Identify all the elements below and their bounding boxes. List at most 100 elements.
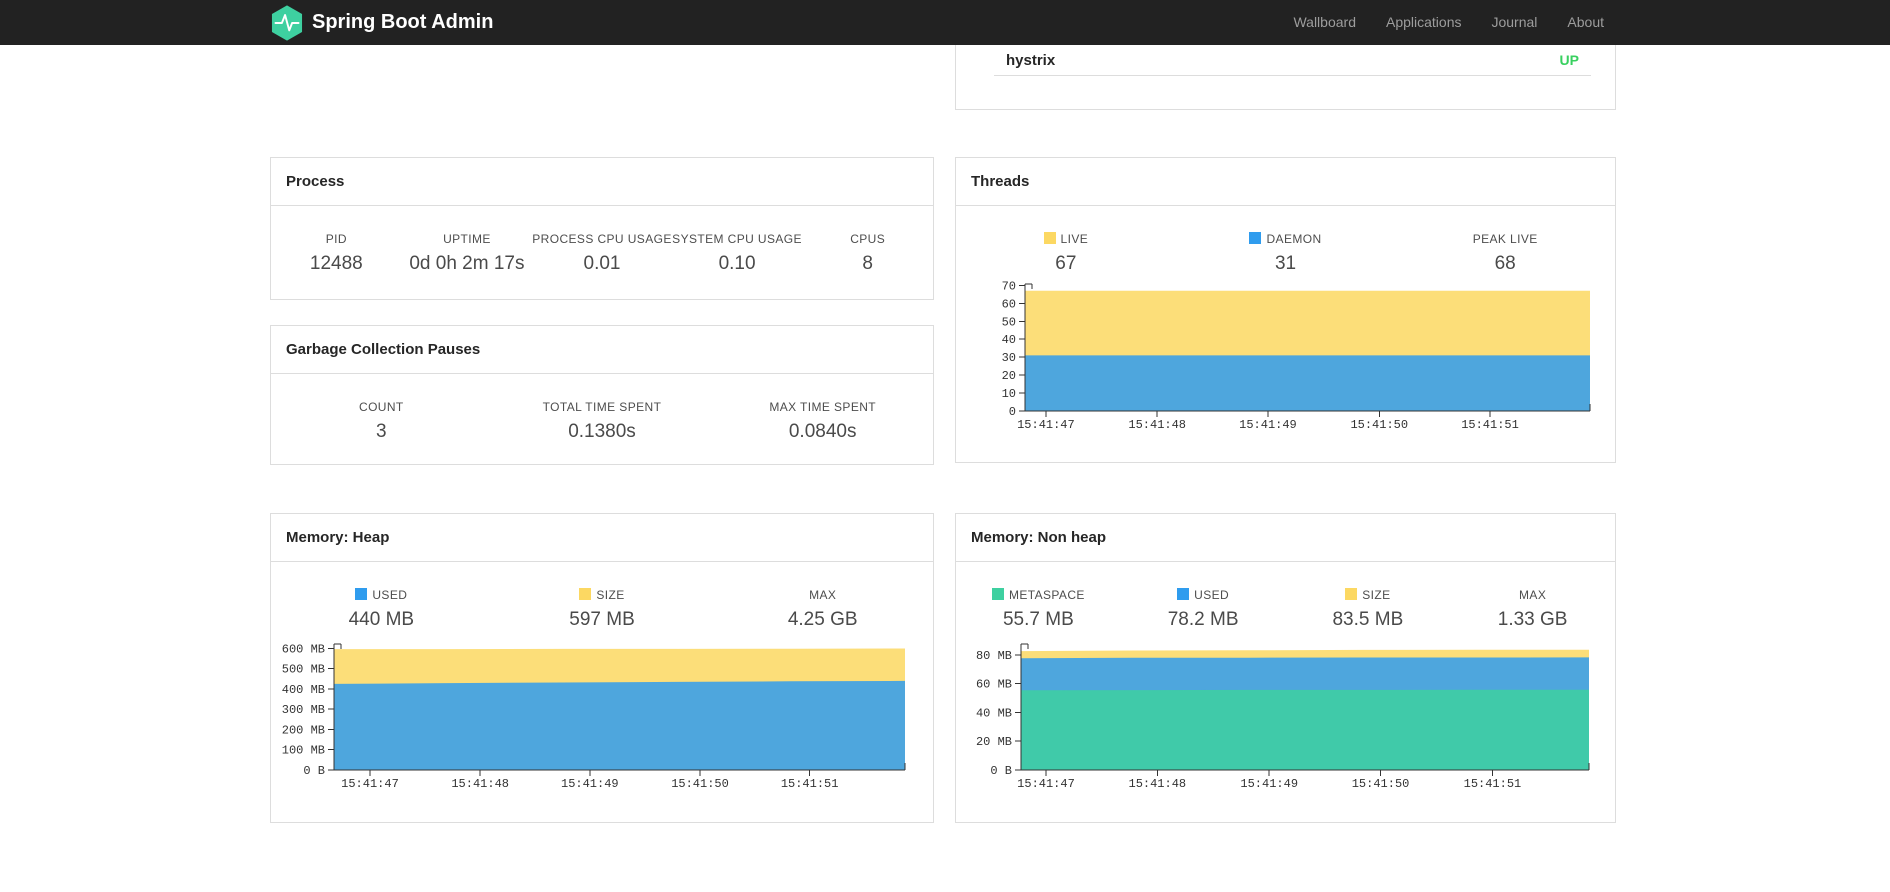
nav-item-journal[interactable]: Journal (1476, 0, 1552, 45)
card-title: Process (271, 158, 933, 206)
stat-label: USED (271, 588, 492, 602)
stat-label: SYSTEM CPU USAGE (672, 232, 802, 246)
stat-label: USED (1121, 588, 1286, 602)
stat-value: 3 (376, 421, 387, 442)
stat-heap-size: SIZE 597 MB (492, 588, 713, 631)
svg-text:15:41:50: 15:41:50 (1352, 777, 1410, 791)
stat-value: 55.7 MB (1002, 609, 1074, 630)
svg-text:15:41:47: 15:41:47 (1017, 777, 1075, 791)
svg-text:15:41:48: 15:41:48 (451, 777, 509, 791)
card-title: Garbage Collection Pauses (271, 326, 933, 374)
legend-swatch-size (1345, 588, 1358, 600)
svg-text:15:41:51: 15:41:51 (1461, 418, 1519, 432)
nav-item-applications[interactable]: Applications (1371, 0, 1477, 45)
svg-text:15:41:50: 15:41:50 (1350, 418, 1408, 432)
stat-label: PID (325, 232, 347, 246)
legend-swatch-metaspace (991, 588, 1004, 600)
stat-value: 78.2 MB (1167, 609, 1239, 630)
svg-text:15:41:48: 15:41:48 (1129, 777, 1187, 791)
legend-swatch-daemon (1249, 232, 1262, 244)
stat-label: UPTIME (443, 232, 491, 246)
health-indicator-name: hystrix (1006, 51, 1056, 69)
status-badge: UP (1559, 52, 1579, 68)
stat-threads-live: LIVE 67 (956, 232, 1176, 275)
svg-text:0: 0 (1009, 405, 1016, 419)
svg-text:80 MB: 80 MB (976, 649, 1012, 663)
svg-text:15:41:47: 15:41:47 (341, 777, 399, 791)
svg-text:15:41:48: 15:41:48 (1128, 418, 1186, 432)
svg-text:15:41:49: 15:41:49 (1239, 418, 1297, 432)
svg-text:600 MB: 600 MB (282, 642, 325, 656)
stat-value: 4.25 GB (787, 609, 858, 630)
stat-threads-peak-live: PEAK LIVE 68 (1395, 232, 1615, 275)
stat-cpus: CPUS 8 (802, 232, 933, 275)
threads-card: Threads LIVE 67 DAEMON 31 PEAK LIVE 68 0… (955, 157, 1616, 463)
nonheap-legend-row: METASPACE 55.7 MB USED 78.2 MB SIZE 83.5… (956, 562, 1615, 631)
nav-item-about[interactable]: About (1552, 0, 1619, 45)
brand-title: Spring Boot Admin (312, 11, 494, 33)
svg-text:40: 40 (1002, 333, 1016, 347)
stat-nonheap-size: SIZE 83.5 MB (1286, 588, 1451, 631)
stat-value: 440 MB (348, 609, 415, 630)
stat-gc-count: COUNT 3 (271, 400, 492, 443)
svg-text:70: 70 (1002, 279, 1016, 293)
svg-text:60: 60 (1002, 297, 1016, 311)
svg-text:300 MB: 300 MB (282, 703, 325, 717)
stat-value: 597 MB (569, 609, 635, 630)
process-card: Process PID 12488 UPTIME 0d 0h 2m 17s PR… (270, 157, 934, 300)
svg-text:20 MB: 20 MB (976, 735, 1012, 749)
legend-swatch-used (355, 588, 368, 600)
stat-value: 83.5 MB (1332, 609, 1404, 630)
stat-label: MAX TIME SPENT (769, 400, 877, 414)
threads-legend-row: LIVE 67 DAEMON 31 PEAK LIVE 68 (956, 206, 1615, 275)
health-card: hystrix UP (955, 45, 1616, 110)
stat-pid: PID 12488 (271, 232, 402, 275)
svg-text:0 B: 0 B (990, 764, 1012, 778)
spring-boot-admin-logo-icon (271, 4, 303, 41)
svg-text:100 MB: 100 MB (282, 744, 325, 758)
svg-text:200 MB: 200 MB (282, 723, 325, 737)
memory-nonheap-chart[interactable]: 0 B 20 MB 40 MB 60 MB 80 MB 15:41:47 15:41:48 1… (956, 635, 1615, 805)
stat-value: 67 (1055, 253, 1077, 274)
health-row: hystrix UP (994, 45, 1591, 76)
stat-value: 0.10 (718, 253, 756, 274)
svg-text:30: 30 (1002, 351, 1016, 365)
svg-text:15:41:51: 15:41:51 (781, 777, 839, 791)
svg-text:60 MB: 60 MB (976, 678, 1012, 692)
svg-text:400 MB: 400 MB (282, 683, 325, 697)
svg-text:15:41:51: 15:41:51 (1464, 777, 1522, 791)
stat-label: COUNT (359, 400, 404, 414)
stat-label: MAX (809, 588, 837, 602)
stat-value: 8 (862, 253, 873, 274)
stat-process-cpu: PROCESS CPU USAGE 0.01 (532, 232, 672, 275)
card-title: Memory: Non heap (956, 514, 1615, 562)
memory-nonheap-card: Memory: Non heap METASPACE 55.7 MB USED … (955, 513, 1616, 823)
stat-value: 68 (1494, 253, 1516, 274)
stat-value: 0d 0h 2m 17s (409, 253, 525, 274)
svg-text:15:41:49: 15:41:49 (1240, 777, 1298, 791)
svg-text:40 MB: 40 MB (976, 706, 1012, 720)
process-stats-row: PID 12488 UPTIME 0d 0h 2m 17s PROCESS CP… (271, 206, 933, 275)
stat-system-cpu: SYSTEM CPU USAGE 0.10 (672, 232, 803, 275)
page: Spring Boot Admin Wallboard Applications… (0, 0, 1890, 892)
stat-heap-max: MAX 4.25 GB (712, 588, 933, 631)
stat-label: METASPACE (956, 588, 1121, 602)
stat-label: DAEMON (1176, 232, 1396, 246)
svg-text:10: 10 (1002, 387, 1016, 401)
navbar: Spring Boot Admin Wallboard Applications… (0, 0, 1890, 45)
legend-swatch-used (1177, 588, 1190, 600)
memory-heap-chart[interactable]: 0 B 100 MB 200 MB 300 MB 400 MB 500 MB 600 MB 1… (271, 635, 933, 805)
stat-uptime: UPTIME 0d 0h 2m 17s (402, 232, 533, 275)
threads-chart[interactable]: 0 10 20 30 40 50 60 70 15:41:47 15:41:48 15:41:49 1… (956, 276, 1615, 446)
svg-text:15:41:47: 15:41:47 (1017, 418, 1075, 432)
brand-link[interactable]: Spring Boot Admin (271, 4, 494, 41)
heap-legend-row: USED 440 MB SIZE 597 MB MAX 4.25 GB (271, 562, 933, 631)
nav-item-wallboard[interactable]: Wallboard (1278, 0, 1371, 45)
stat-label: CPUS (850, 232, 886, 246)
svg-text:15:41:50: 15:41:50 (671, 777, 729, 791)
svg-text:50: 50 (1002, 315, 1016, 329)
stat-value: 0.0840s (788, 421, 857, 442)
nav-links: Wallboard Applications Journal About (1278, 0, 1619, 45)
svg-text:500 MB: 500 MB (282, 663, 325, 677)
stat-value: 12488 (309, 253, 363, 274)
